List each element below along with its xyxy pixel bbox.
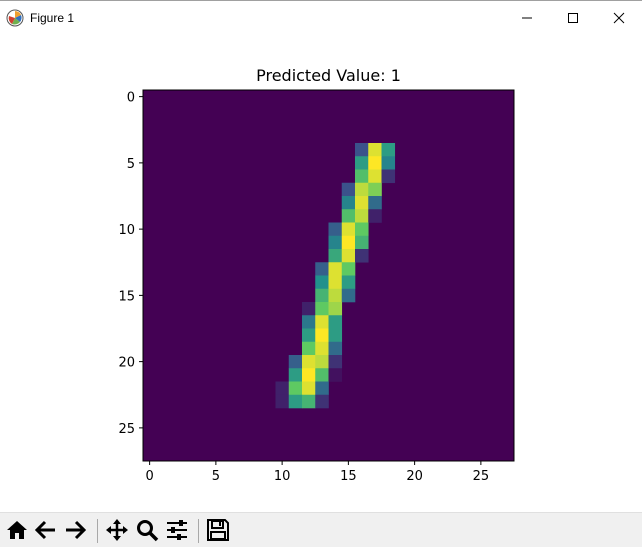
image-pixel [368,156,382,170]
image-pixel [315,315,329,329]
image-pixel [381,156,396,170]
image-pixel [341,275,356,290]
back-button[interactable] [33,517,59,543]
image-pixel [315,341,329,356]
home-button[interactable] [4,517,30,543]
zoom-button[interactable] [134,517,160,543]
image-pixel [341,235,356,250]
image-pixel [302,341,316,356]
image-pixel [315,381,329,396]
image-pixel [381,143,396,157]
image-pixel [288,394,303,409]
x-tick-label: 25 [473,469,490,484]
floppy-disk-icon [207,519,229,541]
image-pixel [368,182,382,197]
image-pixel [341,262,356,276]
configure-subplots-button[interactable] [164,517,190,543]
image-pixel [315,275,329,290]
image-pixel [315,262,329,276]
image-pixel [368,169,382,184]
x-tick-label: 0 [145,469,153,484]
image-pixel [328,368,343,382]
image-pixel [355,209,369,223]
image-pixel [328,249,343,263]
y-tick-label: 5 [127,157,135,172]
image-pixel [315,368,329,382]
pan-button[interactable] [104,517,130,543]
sliders-icon [167,520,187,540]
x-tick-label: 10 [274,469,291,484]
y-tick-label: 20 [118,356,135,371]
image-pixel [302,394,316,409]
image-pixel [302,368,316,382]
move-icon [106,519,128,541]
image-pixel [328,302,343,316]
image-pixel [341,249,356,263]
image-pixel [315,302,329,316]
image-pixel [355,182,369,197]
y-tick-label: 15 [118,289,135,304]
forward-button[interactable] [62,517,88,543]
image-pixel [355,169,369,184]
y-tick-label: 25 [118,422,135,437]
image-pixel [341,196,356,210]
home-icon [7,521,27,539]
image-pixel [355,222,369,237]
image-pixel [341,288,356,303]
image-pixel [341,209,356,223]
save-button[interactable] [205,517,231,543]
image-pixel [368,143,382,157]
image-plot[interactable]: 0 5 10 15 20 25 0 5 10 15 20 25 [0,0,642,512]
magnifier-icon [137,520,159,542]
image-pixel [275,394,290,409]
y-tick-label: 0 [127,91,135,106]
arrow-left-icon [34,520,55,540]
toolbar-separator [198,519,199,543]
image-pixel [302,328,316,343]
image-pixel [315,288,329,303]
image-pixel [328,222,343,237]
image-pixel [355,235,369,250]
image-pixel [288,368,303,382]
x-tick-label: 5 [212,469,220,484]
image-pixel [328,275,343,290]
image-pixel [328,262,343,276]
image-pixel [315,328,329,343]
image-pixel [355,143,369,157]
image-pixel [328,288,343,303]
image-pixel [368,196,382,210]
image-pixel [302,381,316,396]
toolbar-separator [97,519,98,543]
image-pixel [288,355,303,369]
arrow-right-icon [66,520,87,540]
image-pixel [328,341,343,356]
image-pixel [288,381,303,396]
image-pixel [315,394,329,409]
image-pixel [341,182,356,197]
image-pixel [302,315,316,329]
image-pixel [315,355,329,369]
image-pixel [302,355,316,369]
image-pixel [275,381,290,396]
navigation-toolbar [0,512,642,547]
x-tick-label: 20 [406,469,423,484]
image-pixel [328,355,343,369]
image-pixel [328,315,343,329]
image-pixel [355,196,369,210]
y-tick-label: 10 [118,223,135,238]
image-pixel [328,235,343,250]
image-pixel [328,328,343,343]
image-pixel [355,249,369,263]
image-pixel [381,169,396,184]
x-tick-label: 15 [340,469,357,484]
image-pixel [302,302,316,316]
image-pixel [368,209,382,223]
image-pixel [355,156,369,170]
image-pixel [341,222,356,237]
